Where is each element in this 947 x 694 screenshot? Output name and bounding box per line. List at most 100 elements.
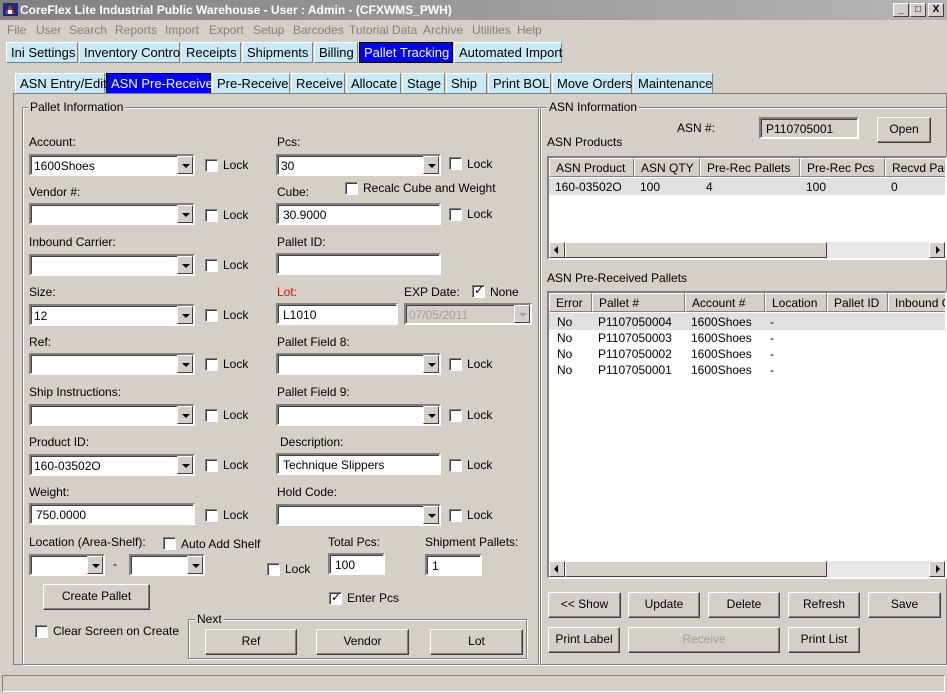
pallet-id-input[interactable]: [276, 253, 441, 275]
chevron-down-icon[interactable]: [187, 556, 203, 574]
scroll-right-icon[interactable]: [929, 561, 945, 577]
create-pallet-button[interactable]: Create Pallet: [43, 584, 150, 610]
product-id-lock-checkbox[interactable]: [205, 459, 218, 472]
weight-input[interactable]: 750.0000: [29, 503, 195, 525]
ship-instructions-lock-checkbox[interactable]: [205, 409, 218, 422]
chevron-down-icon[interactable]: [177, 355, 193, 373]
ref-lock-checkbox[interactable]: [205, 358, 218, 371]
tab-automated-import[interactable]: Automated Import: [454, 42, 562, 63]
tab-move-orders[interactable]: Move Orders: [552, 73, 632, 94]
products-horizontal-scrollbar[interactable]: [549, 242, 945, 258]
tab-stage[interactable]: Stage: [402, 73, 445, 94]
location-lock-checkbox[interactable]: [267, 563, 280, 576]
menu-barcodes[interactable]: Barcodes: [293, 23, 344, 37]
column-header[interactable]: ASN Product: [549, 158, 634, 177]
print-label-button[interactable]: Print Label: [548, 627, 620, 653]
next-lot-button[interactable]: Lot: [430, 629, 523, 655]
cube-input[interactable]: 30.9000: [276, 203, 441, 225]
chevron-down-icon[interactable]: [514, 305, 530, 323]
column-header[interactable]: Pallet ID: [827, 293, 888, 312]
location-area-combo[interactable]: [29, 554, 105, 576]
tab-inventory-control[interactable]: Inventory Control: [79, 42, 183, 63]
chevron-down-icon[interactable]: [87, 556, 103, 574]
total-pcs-input[interactable]: 100: [328, 553, 385, 575]
vendor-combo[interactable]: [29, 203, 195, 225]
chevron-down-icon[interactable]: [177, 456, 193, 474]
chevron-down-icon[interactable]: [177, 205, 193, 223]
column-header[interactable]: Pallet #: [592, 293, 685, 312]
location-shelf-combo[interactable]: [129, 554, 205, 576]
menu-user[interactable]: User: [36, 23, 61, 37]
ship-instructions-combo[interactable]: [29, 404, 195, 426]
menu-reports[interactable]: Reports: [115, 23, 157, 37]
auto-add-shelf-checkbox[interactable]: [163, 537, 176, 550]
tab-asn-entry-edit[interactable]: ASN Entry/Edit: [15, 73, 107, 94]
tab-asn-pre-receive[interactable]: ASN Pre-Receive: [106, 73, 213, 94]
chevron-down-icon[interactable]: [423, 406, 439, 424]
tab-ship[interactable]: Ship: [446, 73, 487, 94]
tab-ini-settings[interactable]: Ini Settings: [6, 42, 78, 63]
open-button[interactable]: Open: [877, 117, 931, 143]
recalc-cube-weight-checkbox[interactable]: [345, 182, 358, 195]
account-combo[interactable]: 1600Shoes: [29, 154, 195, 176]
tab-allocate[interactable]: Allocate: [346, 73, 401, 94]
scroll-left-icon[interactable]: [549, 242, 565, 258]
scroll-left-icon[interactable]: [549, 561, 565, 577]
tab-pallet-tracking[interactable]: Pallet Tracking: [359, 42, 453, 63]
column-header[interactable]: Pre-Rec Pcs: [800, 158, 885, 177]
enter-pcs-checkbox[interactable]: [329, 590, 342, 605]
exp-date-none-checkbox[interactable]: [472, 283, 485, 298]
menu-search[interactable]: Search: [69, 23, 107, 37]
menu-archive[interactable]: Archive: [423, 23, 463, 37]
pallet-field-8-lock-checkbox[interactable]: [449, 358, 462, 371]
print-list-button[interactable]: Print List: [788, 627, 860, 653]
description-input[interactable]: Technique Slippers: [276, 453, 441, 475]
inbound-carrier-combo[interactable]: [29, 254, 195, 276]
table-row[interactable]: 160-03502O 100 4 100 0: [549, 178, 945, 195]
shipment-pallets-input[interactable]: 1: [425, 554, 482, 576]
menu-file[interactable]: File: [7, 23, 26, 37]
save-button[interactable]: Save: [868, 592, 941, 618]
hold-code-combo[interactable]: [276, 504, 441, 526]
table-row[interactable]: No P1107050004 1600Shoes -: [549, 313, 945, 330]
scroll-right-icon[interactable]: [929, 242, 945, 258]
update-button[interactable]: Update: [628, 592, 700, 618]
chevron-down-icon[interactable]: [423, 506, 439, 524]
size-combo[interactable]: 12: [29, 304, 195, 326]
tab-maintenance[interactable]: Maintenance: [633, 73, 713, 94]
pcs-combo[interactable]: 30: [276, 154, 441, 176]
ref-combo[interactable]: [29, 353, 195, 375]
chevron-down-icon[interactable]: [177, 256, 193, 274]
refresh-button[interactable]: Refresh: [788, 592, 860, 618]
weight-lock-checkbox[interactable]: [205, 509, 218, 522]
menu-tutorial-data[interactable]: Tutorial Data: [349, 23, 417, 37]
scroll-thumb[interactable]: [565, 561, 827, 577]
tab-shipments[interactable]: Shipments: [242, 42, 313, 63]
tab-billing[interactable]: Billing: [314, 42, 358, 63]
size-lock-checkbox[interactable]: [205, 309, 218, 322]
column-header[interactable]: Error: [549, 293, 592, 312]
table-row[interactable]: No P1107050001 1600Shoes -: [549, 362, 945, 378]
chevron-down-icon[interactable]: [177, 156, 193, 174]
asn-products-grid[interactable]: ASN Product ASN QTY Pre-Rec Pallets Pre-…: [547, 156, 947, 260]
chevron-down-icon[interactable]: [423, 355, 439, 373]
menu-help[interactable]: Help: [517, 23, 542, 37]
pallet-field-9-lock-checkbox[interactable]: [449, 409, 462, 422]
product-id-combo[interactable]: 160-03502O: [29, 454, 195, 476]
scroll-thumb[interactable]: [565, 242, 827, 258]
next-ref-button[interactable]: Ref: [205, 629, 297, 655]
close-button[interactable]: X: [928, 3, 944, 17]
tab-receipts[interactable]: Receipts: [181, 42, 241, 63]
description-lock-checkbox[interactable]: [449, 459, 462, 472]
minimize-button[interactable]: _: [893, 3, 909, 17]
column-header[interactable]: ASN QTY: [634, 158, 700, 177]
menu-utilities[interactable]: Utilities: [472, 23, 511, 37]
menu-import[interactable]: Import: [165, 23, 199, 37]
tab-receive[interactable]: Receive: [291, 73, 345, 94]
column-header[interactable]: Inbound C: [888, 293, 945, 312]
column-header[interactable]: Location: [765, 293, 827, 312]
menu-export[interactable]: Export: [209, 23, 244, 37]
pallets-horizontal-scrollbar[interactable]: [549, 561, 945, 577]
delete-button[interactable]: Delete: [708, 592, 780, 618]
cube-lock-checkbox[interactable]: [449, 208, 462, 221]
